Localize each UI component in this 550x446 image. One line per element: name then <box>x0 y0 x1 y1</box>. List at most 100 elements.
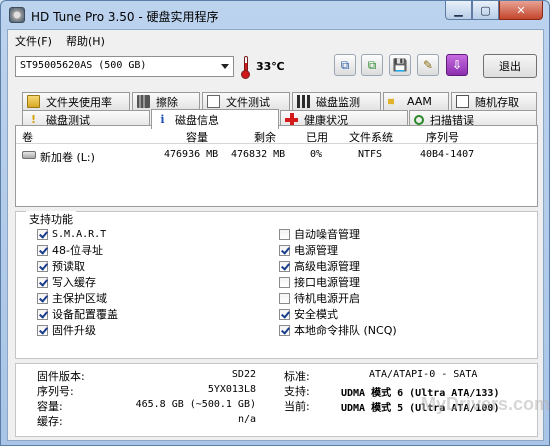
current-label: 当前: <box>284 400 310 413</box>
checkbox[interactable] <box>37 260 48 272</box>
feature-48bit[interactable]: 48-位寻址 <box>37 243 103 257</box>
supported-features-group: 支持功能 S.M.A.R.T 48-位寻址 预读取 写入缓存 主保护区域 设备配… <box>15 211 538 359</box>
feature-power-management[interactable]: 电源管理 <box>279 243 338 257</box>
tab-random-access[interactable]: 随机存取 <box>451 92 537 110</box>
feature-aam[interactable]: 自动噪音管理 <box>279 227 360 241</box>
feature-power-up-standby[interactable]: 待机电源开启 <box>279 291 360 305</box>
col-used[interactable]: 已用 <box>306 129 328 145</box>
feature-label: S.M.A.R.T <box>52 228 107 240</box>
save-button[interactable]: 💾 <box>389 54 411 76</box>
tab-file-benchmark[interactable]: 文件测试 <box>202 92 290 110</box>
menu-file[interactable]: 文件(F) <box>15 33 52 49</box>
minimize-button[interactable]: ▁ <box>445 1 472 20</box>
checkbox[interactable] <box>279 260 290 272</box>
tab-info[interactable]: i 磁盘信息 <box>151 109 279 129</box>
standard-label: 标准: <box>284 370 310 383</box>
cache-value: n/a <box>237 414 256 425</box>
tab-disk-monitor[interactable]: 磁盘监测 <box>292 92 381 110</box>
feature-label: 设备配置覆盖 <box>52 308 118 321</box>
checkbox[interactable] <box>279 292 290 304</box>
serial-label: 序列号: <box>37 385 74 398</box>
checkbox[interactable] <box>37 228 48 240</box>
capacity-value: 465.8 GB (~500.1 GB) <box>135 399 256 410</box>
folder-icon <box>27 95 40 108</box>
tab-label: 磁盘信息 <box>175 113 219 127</box>
random-access-icon <box>456 95 469 108</box>
drive-icon <box>22 151 36 159</box>
client-area: 文件(F) 帮助(H) ST95005620AS (500 GB) 33℃ ⧉ … <box>7 29 544 441</box>
checkbox[interactable] <box>279 228 290 240</box>
checkbox[interactable] <box>279 308 290 320</box>
exit-button[interactable]: 退出 <box>483 54 537 78</box>
cell-volume: 新加卷 (L:) <box>40 151 95 164</box>
tabs-top-row: 文件夹使用率 擦除 文件测试 磁盘监测 AAM 随机存取 <box>8 92 543 110</box>
checkbox[interactable] <box>37 244 48 256</box>
features-title: 支持功能 <box>26 211 76 227</box>
maximize-button[interactable]: ▢ <box>472 1 499 20</box>
options-button[interactable]: ✎ <box>417 54 439 76</box>
tab-folder-usage[interactable]: 文件夹使用率 <box>22 92 130 110</box>
col-volume[interactable]: 卷 <box>22 129 33 145</box>
table-row[interactable]: 新加卷 (L:) 476936 MB 476832 MB 0% NTFS 40B… <box>16 147 537 164</box>
drive-select[interactable]: ST95005620AS (500 GB) <box>15 56 234 77</box>
feature-dco[interactable]: 设备配置覆盖 <box>37 307 118 321</box>
supported-label: 支持: <box>284 385 310 398</box>
capacity-label: 容量: <box>37 400 63 413</box>
feature-ncq[interactable]: 本地命令排队 (NCQ) <box>279 323 397 337</box>
feature-label: 接口电源管理 <box>294 276 360 289</box>
bar-chart-icon <box>297 95 310 108</box>
close-icon: ✕ <box>516 3 526 17</box>
title-bar: HD Tune Pro 3.50 - 硬盘实用程序 ▁ ▢ ✕ <box>1 1 549 29</box>
checkbox[interactable] <box>37 324 48 336</box>
tab-erase[interactable]: 擦除 <box>132 92 200 110</box>
maximize-icon: ▢ <box>480 3 491 17</box>
serial-value: 5YX013L8 <box>207 384 256 395</box>
feature-firmware-upgrade[interactable]: 固件升级 <box>37 323 96 337</box>
thermometer-icon <box>241 56 250 79</box>
cell-filesystem: NTFS <box>358 149 383 160</box>
copy-all-icon: ⧉ <box>367 57 377 72</box>
feature-read-ahead[interactable]: 预读取 <box>37 259 85 273</box>
cell-capacity: 476936 MB <box>164 149 219 160</box>
tab-label: 文件夹使用率 <box>46 95 112 109</box>
feature-label: 待机电源开启 <box>294 292 360 305</box>
feature-hpa[interactable]: 主保护区域 <box>37 291 107 305</box>
feature-smart[interactable]: S.M.A.R.T <box>37 227 106 241</box>
copy-info-button[interactable]: ⧉ <box>334 54 356 76</box>
volume-list: 卷 容量 剩余 已用 文件系统 序列号 新加卷 (L:) 476936 MB 4… <box>15 125 538 207</box>
checkbox[interactable] <box>279 244 290 256</box>
wrench-icon: ✎ <box>422 58 434 72</box>
watermark: MyDrivers.com <box>421 394 550 414</box>
temperature-readout: 33℃ <box>256 60 285 73</box>
feature-label: 48-位寻址 <box>52 244 103 257</box>
feature-security-mode[interactable]: 安全模式 <box>279 307 338 321</box>
window-title: HD Tune Pro 3.50 - 硬盘实用程序 <box>31 10 219 24</box>
menu-bar: 文件(F) 帮助(H) <box>8 30 543 50</box>
standard-value: ATA/ATAPI-0 - SATA <box>369 369 478 380</box>
col-capacity[interactable]: 容量 <box>186 129 208 145</box>
col-filesystem[interactable]: 文件系统 <box>349 129 393 145</box>
checkbox[interactable] <box>37 308 48 320</box>
magnifier-icon <box>414 114 424 125</box>
checkbox[interactable] <box>37 292 48 304</box>
tab-label: 磁盘监测 <box>316 95 360 109</box>
app-window: HD Tune Pro 3.50 - 硬盘实用程序 ▁ ▢ ✕ 文件(F) 帮助… <box>0 0 550 446</box>
toolbar: ST95005620AS (500 GB) 33℃ ⧉ ⧉ 💾 ✎ ⇩ 退出 <box>8 50 543 84</box>
cell-used: 0% <box>310 149 323 160</box>
feature-write-cache[interactable]: 写入缓存 <box>37 275 96 289</box>
copy-all-button[interactable]: ⧉ <box>361 54 383 76</box>
feature-apm[interactable]: 高级电源管理 <box>279 259 360 273</box>
download-arrow-icon: ⇩ <box>451 58 463 72</box>
download-button[interactable]: ⇩ <box>446 54 468 76</box>
trash-icon <box>137 95 150 108</box>
checkbox[interactable] <box>37 276 48 288</box>
checkbox[interactable] <box>279 324 290 336</box>
feature-interface-power[interactable]: 接口电源管理 <box>279 275 360 289</box>
close-button[interactable]: ✕ <box>499 1 543 20</box>
feature-label: 安全模式 <box>294 308 338 321</box>
menu-help[interactable]: 帮助(H) <box>66 33 105 49</box>
col-free[interactable]: 剩余 <box>254 129 276 145</box>
tab-aam[interactable]: AAM <box>383 92 449 110</box>
checkbox[interactable] <box>279 276 290 288</box>
col-serial[interactable]: 序列号 <box>426 129 459 145</box>
